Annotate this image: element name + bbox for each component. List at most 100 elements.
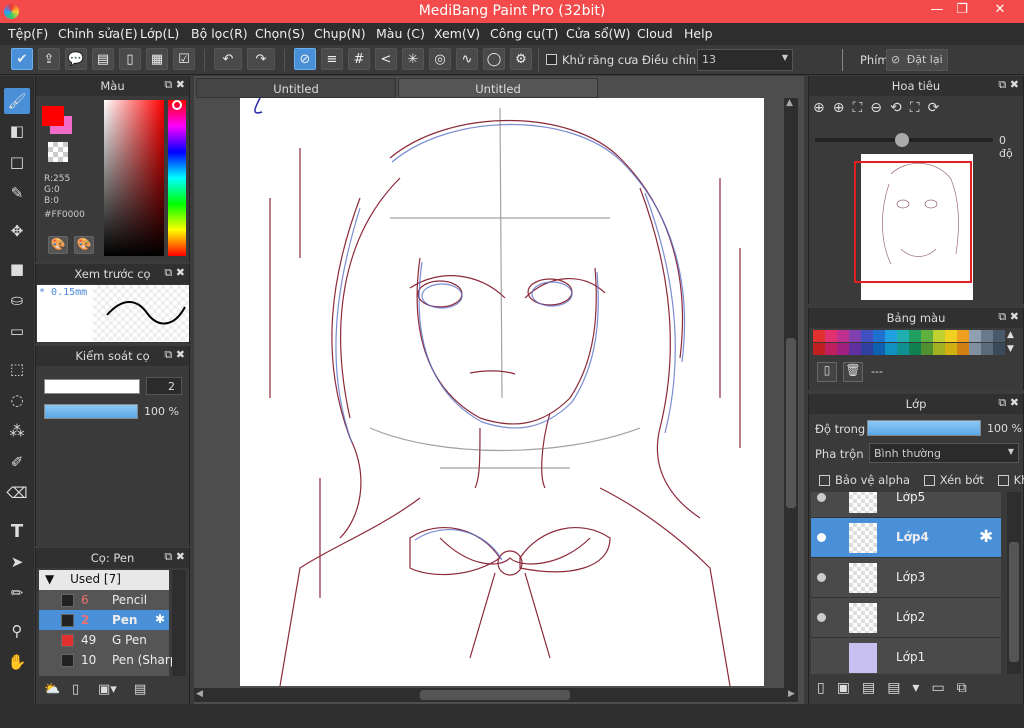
tab-untitled-1[interactable]: Untitled	[196, 78, 396, 98]
menu-capture[interactable]: Chụp(N)	[314, 26, 366, 41]
cloud-brush-icon[interactable]: ⛅	[44, 682, 60, 697]
palette-swatch[interactable]	[945, 330, 957, 342]
dot-tool-icon[interactable]: ✎	[4, 180, 30, 206]
palette-swatch[interactable]	[945, 343, 957, 355]
zoom-fit-icon[interactable]: ⊕	[813, 100, 833, 116]
drawing-canvas[interactable]	[240, 98, 764, 686]
fit-screen-icon[interactable]: ⛶	[852, 100, 870, 116]
visibility-icon[interactable]	[817, 533, 826, 542]
bucket-tool-icon[interactable]: ⛀	[4, 287, 30, 313]
brush-item[interactable]: 6 Pencil	[39, 590, 169, 610]
eraser-tool-icon[interactable]: ◧	[4, 118, 30, 144]
visibility-icon[interactable]	[817, 493, 826, 502]
ellipse-snap-icon[interactable]: ◯	[483, 48, 505, 70]
eyedropper-icon[interactable]: ⚲	[4, 618, 30, 644]
palette-swatch[interactable]	[861, 330, 873, 342]
menu-edit[interactable]: Chỉnh sửa(E)	[58, 26, 138, 41]
rectangle-tool-icon[interactable]: □	[4, 149, 30, 175]
new-layer-menu-icon[interactable]: ▤▾	[887, 680, 931, 696]
magic-wand-icon[interactable]: ⁂	[4, 418, 30, 444]
text-tool-icon[interactable]: T	[4, 518, 30, 544]
close-button[interactable]: ✕	[988, 2, 1012, 20]
palette-swatch[interactable]	[897, 330, 909, 342]
clip-checkbox[interactable]	[923, 475, 935, 486]
undo-icon[interactable]: ↶	[214, 48, 242, 70]
palette-swatch[interactable]	[981, 343, 993, 355]
menu-view[interactable]: Xem(V)	[434, 26, 480, 41]
zoom-out-icon[interactable]: ⊖	[870, 100, 890, 116]
zoom-in-icon[interactable]: ⊕	[833, 100, 853, 116]
gear-icon[interactable]: ✱	[979, 527, 993, 547]
layout-icon[interactable]: ▦	[146, 48, 168, 70]
snap-off-icon[interactable]: ⊘	[294, 48, 316, 70]
palette-icon[interactable]: 🎨	[48, 236, 68, 254]
scroll-up-icon[interactable]: ▲	[1007, 330, 1014, 340]
palette-swatch[interactable]	[849, 330, 861, 342]
visibility-icon[interactable]	[817, 613, 826, 622]
folder-icon[interactable]: ▭	[931, 680, 956, 696]
panel-controls-icon[interactable]: ⧉ ✖	[164, 348, 185, 362]
menu-select[interactable]: Chọn(S)	[255, 26, 305, 41]
panel-controls-icon[interactable]: ⧉ ✖	[998, 310, 1019, 324]
brush-size-slider[interactable]	[44, 379, 140, 394]
palette-swatch[interactable]	[909, 343, 921, 355]
divide-tool-icon[interactable]: ✏	[4, 580, 30, 606]
panel-controls-icon[interactable]: ⧉ ✖	[998, 78, 1019, 92]
palette-swatch[interactable]	[957, 343, 969, 355]
palette-swatch[interactable]	[981, 330, 993, 342]
palette-swatch[interactable]	[993, 343, 1005, 355]
hand-tool-icon[interactable]: ✋	[4, 649, 30, 675]
trash-icon[interactable]: 🗑	[843, 362, 863, 382]
palette-swatch[interactable]	[813, 330, 825, 342]
palette-swatch[interactable]	[825, 343, 837, 355]
palette-swatch[interactable]	[849, 343, 861, 355]
share-icon[interactable]: ⇪	[38, 48, 60, 70]
check-icon[interactable]: ✔	[11, 48, 33, 70]
brush-tool-icon[interactable]: 🖌	[4, 88, 30, 114]
menu-help[interactable]: Help	[684, 26, 713, 41]
palette-swatch[interactable]	[921, 343, 933, 355]
vertical-scrollbar[interactable]: ▲	[784, 98, 798, 688]
palette-swatch[interactable]	[861, 343, 873, 355]
correction-select[interactable]: 13 ▼	[697, 49, 793, 71]
palette-swatch[interactable]	[969, 343, 981, 355]
protect-alpha-checkbox[interactable]	[819, 475, 830, 486]
palette-swatch[interactable]	[957, 330, 969, 342]
palette-swatch[interactable]	[873, 343, 885, 355]
brush-list-scrollbar[interactable]	[172, 570, 186, 676]
scroll-right-icon[interactable]: ▶	[788, 689, 795, 699]
new-swatch-icon[interactable]: ▯	[817, 362, 837, 382]
grid-snap-icon[interactable]: #	[348, 48, 370, 70]
concentric-snap-icon[interactable]: ◎	[429, 48, 451, 70]
actual-size-icon[interactable]: ⛶	[910, 100, 928, 116]
layer-row-selected[interactable]: Lớp4 ✱	[811, 518, 1001, 558]
brush-item[interactable]: 49 G Pen	[39, 630, 169, 650]
visibility-icon[interactable]	[817, 573, 826, 582]
scroll-down-icon[interactable]: ▼	[1007, 344, 1014, 354]
select-eraser-icon[interactable]: ⌫	[4, 480, 30, 506]
palette-swatch[interactable]	[885, 343, 897, 355]
duplicate-layer-icon[interactable]: ⧉	[957, 680, 979, 696]
panel-controls-icon[interactable]: ⧉ ✖	[164, 78, 185, 92]
brush-item-selected[interactable]: 2 Pen ✱	[39, 610, 169, 630]
perspective-snap-icon[interactable]: <	[375, 48, 397, 70]
palette-swatch[interactable]	[933, 330, 945, 342]
palette-swatch[interactable]	[813, 343, 825, 355]
palette-swatch[interactable]	[873, 330, 885, 342]
palette-swatch[interactable]	[921, 330, 933, 342]
select-pen-icon[interactable]: ✐	[4, 449, 30, 475]
new-halftone-layer-icon[interactable]: ▣	[837, 680, 862, 696]
minimize-button[interactable]: —	[925, 2, 949, 20]
palette-swatch[interactable]	[837, 330, 849, 342]
layer-row[interactable]: Lớp1	[811, 638, 1001, 674]
gear-icon[interactable]: ✱	[155, 612, 165, 626]
panel-controls-icon[interactable]: ⧉ ✖	[164, 266, 185, 280]
panel-controls-icon[interactable]: ⧉ ✖	[998, 396, 1019, 410]
menu-cloud[interactable]: Cloud	[637, 26, 673, 41]
reset-button[interactable]: ⊘ Đặt lại	[886, 49, 948, 71]
palette-swatch[interactable]	[993, 330, 1005, 342]
rotation-handle[interactable]	[895, 133, 909, 147]
layer-row[interactable]: Lớp5	[811, 492, 1001, 518]
rotate-right-icon[interactable]: ⟳	[928, 100, 948, 116]
layer-scroll-thumb[interactable]	[1009, 542, 1019, 662]
